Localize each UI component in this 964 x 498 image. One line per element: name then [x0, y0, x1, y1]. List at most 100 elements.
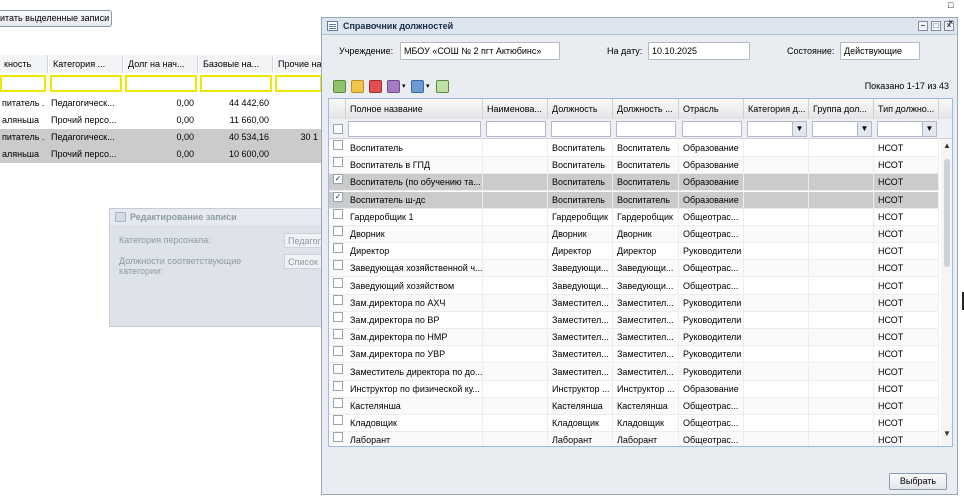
row-checkbox[interactable]: [333, 380, 343, 391]
filter-position-2[interactable]: [616, 121, 676, 137]
col-position-2[interactable]: Должность ...: [613, 99, 679, 119]
bg-table-row[interactable]: аляньша Прочий персо... 0,00 10 600,00: [0, 146, 322, 163]
cell-branch: Образование: [679, 140, 744, 157]
row-checkbox[interactable]: [333, 157, 343, 168]
col-category[interactable]: Категория д...: [744, 99, 809, 119]
row-checkbox[interactable]: [333, 346, 343, 357]
table-row[interactable]: Лаборант Лаборант Лаборант Общеотрас... НСОТ: [329, 432, 939, 446]
row-checkbox[interactable]: ✓: [333, 191, 343, 202]
cell-category: [744, 329, 809, 347]
table-row[interactable]: Директор Директор Директор Руководители НСОТ: [329, 243, 939, 261]
select-all-checkbox[interactable]: [329, 99, 346, 119]
minimize-icon[interactable]: –: [918, 21, 928, 31]
side-close-icon[interactable]: ×: [948, 17, 953, 27]
row-checkbox[interactable]: [333, 312, 343, 322]
row-checkbox[interactable]: [333, 277, 343, 288]
col-group[interactable]: Группа дол...: [809, 99, 874, 119]
maximize-icon[interactable]: □: [931, 21, 941, 31]
select-all-checkbox[interactable]: [333, 124, 343, 134]
table-row[interactable]: Заведующая хозяйственной ч... Заведующи..…: [329, 260, 939, 278]
bg-table-row[interactable]: питатель ... Педагогическ... 0,00 44 442,60: [0, 95, 322, 112]
bg-col[interactable]: кность: [0, 55, 48, 73]
filter-branch[interactable]: [682, 121, 742, 137]
row-checkbox[interactable]: [333, 208, 343, 219]
table-row[interactable]: Заведующий хозяйством Заведующи... Заведую…: [329, 277, 939, 295]
table-row[interactable]: ✓ Воспитатель ш-дс Воспитатель Воспитатель О…: [329, 191, 939, 209]
bg-col[interactable]: Базовые на...: [199, 55, 273, 73]
filter-category[interactable]: ▼: [747, 121, 807, 137]
bg-table-row[interactable]: аляньша Прочий персо... 0,00 11 660,00: [0, 112, 322, 129]
row-checkbox[interactable]: [333, 329, 343, 340]
row-checkbox[interactable]: [333, 432, 343, 443]
cell-group: [809, 329, 874, 347]
date-field[interactable]: 10.10.2025: [648, 42, 750, 60]
bg-col[interactable]: Долг на нач...: [124, 55, 198, 73]
edit-icon[interactable]: [351, 80, 364, 93]
bg-filter[interactable]: [50, 75, 122, 92]
col-position[interactable]: Должность: [548, 99, 613, 119]
actions-icon[interactable]: [387, 80, 400, 93]
chevron-down-icon[interactable]: ▾: [426, 82, 430, 90]
col-branch[interactable]: Отрасль: [679, 99, 744, 119]
col-short-name[interactable]: Наименова...: [483, 99, 548, 119]
institution-field[interactable]: МБОУ «СОШ № 2 пгт Актюбинс»: [400, 42, 560, 60]
scroll-up-icon[interactable]: ▲: [943, 141, 951, 150]
row-checkbox[interactable]: [333, 226, 343, 236]
row-checkbox[interactable]: [333, 363, 343, 374]
cell-position: Заместител...: [548, 346, 613, 364]
bg-filter[interactable]: [275, 75, 322, 92]
cell-name: Кастелянша: [346, 398, 483, 415]
col-full-name[interactable]: Полное название: [346, 99, 483, 119]
table-row[interactable]: Заместитель директора по до... Заместител…: [329, 363, 939, 381]
delete-icon[interactable]: [369, 80, 382, 93]
filter-group[interactable]: ▼: [812, 121, 872, 137]
positions-field[interactable]: Список: [284, 254, 326, 269]
bg-filter[interactable]: [200, 75, 272, 92]
scrollbar-thumb[interactable]: [944, 159, 950, 267]
vertical-scrollbar[interactable]: ▲ ▼: [941, 139, 952, 446]
table-row[interactable]: Зам.директора по НМР Заместител... Замести…: [329, 329, 939, 347]
category-field[interactable]: Педагог: [284, 233, 326, 248]
print-icon[interactable]: [411, 80, 424, 93]
row-checkbox[interactable]: [333, 140, 343, 150]
table-row[interactable]: ✓ Воспитатель (по обучению та... Воспитате…: [329, 174, 939, 192]
add-icon[interactable]: [333, 80, 346, 93]
calc-selected-button[interactable]: итать выделенные записи: [0, 10, 112, 27]
bg-table-row[interactable]: питатель ... Педагогическ... 0,00 40 534,16…: [0, 129, 322, 146]
refresh-icon[interactable]: [436, 80, 449, 93]
row-checkbox[interactable]: [333, 260, 343, 271]
row-checkbox[interactable]: [333, 415, 343, 426]
chevron-down-icon[interactable]: ▼: [792, 122, 806, 136]
row-checkbox[interactable]: [333, 398, 343, 408]
row-checkbox[interactable]: ✓: [333, 174, 343, 185]
table-row[interactable]: Кладовщик Кладовщик Кладовщик Общеотрас... Н…: [329, 415, 939, 433]
filter-position[interactable]: [551, 121, 611, 137]
row-checkbox[interactable]: [333, 294, 343, 305]
row-checkbox[interactable]: [333, 243, 343, 254]
table-row[interactable]: Дворник Дворник Дворник Общеотрас... НСОТ: [329, 226, 939, 243]
filter-full-name[interactable]: [348, 121, 481, 137]
scroll-down-icon[interactable]: ▼: [943, 429, 951, 438]
chevron-down-icon[interactable]: ▾: [402, 82, 406, 90]
chevron-down-icon[interactable]: ▼: [922, 122, 936, 136]
side-minimize-icon[interactable]: □: [948, 0, 953, 10]
cell-short: [483, 432, 548, 446]
filter-type[interactable]: ▼: [877, 121, 937, 137]
table-row[interactable]: Гардеробщик 1 Гардеробщик Гардеробщик Общео…: [329, 208, 939, 226]
table-row[interactable]: Зам.директора по ВР Заместител... Заместит…: [329, 312, 939, 329]
bg-col[interactable]: Прочие на: [274, 55, 322, 73]
table-row[interactable]: Инструктор по физической ку... Инструктор…: [329, 380, 939, 398]
table-row[interactable]: Зам.директора по АХЧ Заместител... Замести…: [329, 294, 939, 312]
bg-col[interactable]: Категория ...: [49, 55, 123, 73]
filter-short-name[interactable]: [486, 121, 546, 137]
table-row[interactable]: Зам.директора по УВР Заместител... Замести…: [329, 346, 939, 364]
chevron-down-icon[interactable]: ▼: [857, 122, 871, 136]
col-type[interactable]: Тип должно...: [874, 99, 939, 119]
state-field[interactable]: Действующие: [840, 42, 920, 60]
table-row[interactable]: Кастелянша Кастелянша Кастелянша Общеотрас.…: [329, 398, 939, 415]
bg-filter[interactable]: [125, 75, 197, 92]
table-row[interactable]: Воспитатель в ГПД Воспитатель Воспитатель О…: [329, 157, 939, 175]
select-button[interactable]: Выбрать: [889, 473, 947, 490]
bg-filter[interactable]: [0, 75, 46, 92]
table-row[interactable]: Воспитатель Воспитатель Воспитатель Образов…: [329, 140, 939, 157]
